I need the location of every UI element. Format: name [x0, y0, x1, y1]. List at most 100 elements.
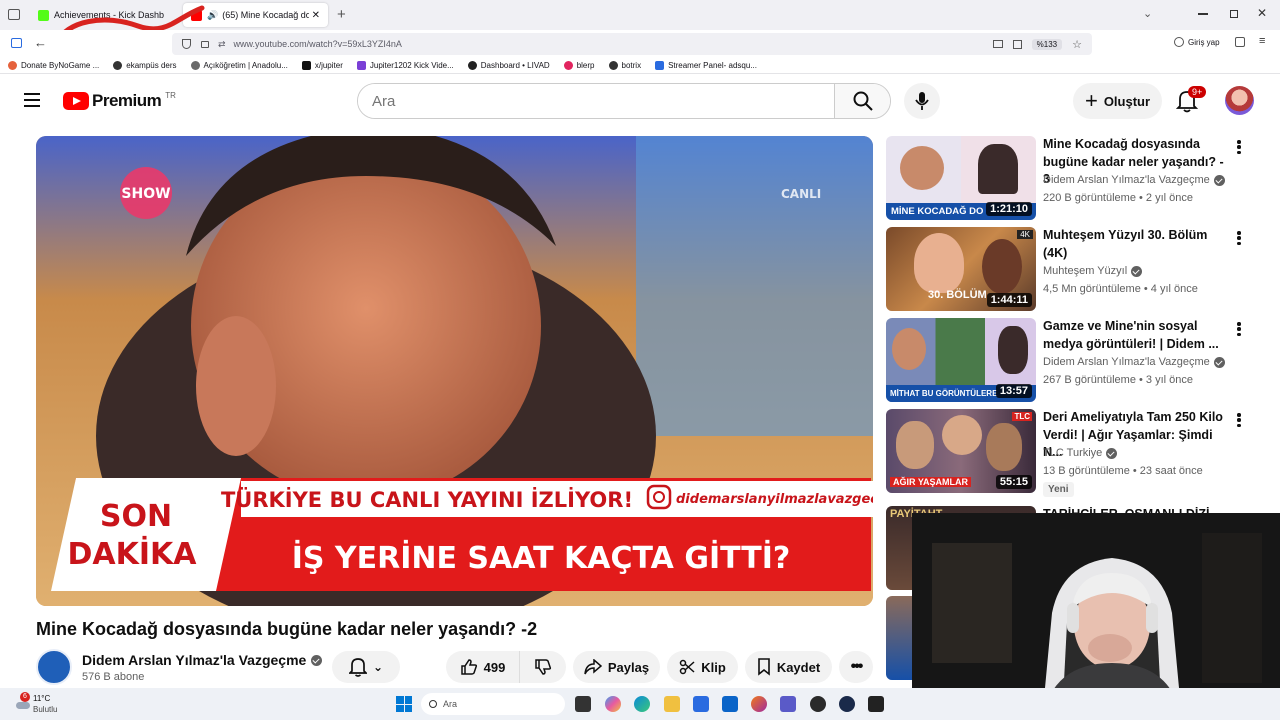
firefox-icon[interactable]	[751, 696, 767, 712]
weather-widget[interactable]: 6 11°C Bulutlu	[10, 692, 80, 716]
lock-icon[interactable]	[201, 40, 209, 48]
more-options-icon[interactable]	[1232, 229, 1246, 247]
bookmark-item[interactable]: blerp	[563, 60, 595, 70]
picture-in-picture-icon[interactable]	[992, 40, 1003, 48]
outlook-icon[interactable]	[722, 696, 738, 712]
dislike-button[interactable]	[520, 651, 566, 683]
zoom-level[interactable]: %133	[1031, 38, 1063, 50]
subscriber-count: 576 B abone	[82, 671, 145, 683]
more-options-icon[interactable]	[1232, 138, 1246, 156]
recommendation-item[interactable]: TLC AĞIR YAŞAMLAR 55:15 Deri Ameliyatıyl…	[886, 409, 1280, 497]
voice-search-button[interactable]	[904, 83, 940, 119]
notifications-button[interactable]: 9+	[1175, 86, 1207, 113]
task-view-icon[interactable]	[575, 696, 591, 712]
speaker-icon[interactable]: 🔊	[207, 10, 218, 21]
thumbnail[interactable]: 4K 30. BÖLÜM 1:44:11	[886, 227, 1036, 311]
recommendation-channel[interactable]: Muhteşem Yüzyıl	[1043, 265, 1143, 277]
more-options-icon[interactable]	[1232, 411, 1246, 429]
bookmark-favicon-icon	[467, 60, 477, 70]
hamburger-menu-icon[interactable]	[24, 93, 40, 107]
recommendation-title[interactable]: Gamze ve Mine'nin sosyal medya görüntüle…	[1043, 318, 1231, 353]
more-actions-button[interactable]: •••	[839, 651, 873, 683]
save-page-icon[interactable]	[1012, 39, 1022, 49]
thumbnail[interactable]: TLC AĞIR YAŞAMLAR 55:15	[886, 409, 1036, 493]
recommendation-channel[interactable]: Didem Arslan Yılmaz'la Vazgeçme	[1043, 174, 1225, 186]
chevron-down-icon: ⌄	[372, 660, 384, 674]
tlc-logo: TLC	[1012, 412, 1032, 421]
thumbs-down-icon	[535, 659, 552, 675]
recommendation-channel[interactable]: Didem Arslan Yılmaz'la Vazgeçme	[1043, 356, 1225, 368]
save-label: Kaydet	[776, 659, 821, 675]
back-arrow-icon[interactable]: ←	[34, 35, 47, 50]
start-button[interactable]	[396, 696, 412, 712]
bookmark-item[interactable]: Dashboard • LIVAD	[467, 60, 550, 70]
obs-icon[interactable]	[810, 696, 826, 712]
url-bar[interactable]: ⇄ www.youtube.com/watch?v=59xL3YZI4nA %1…	[172, 33, 1092, 55]
extensions-icon[interactable]	[1235, 37, 1245, 47]
more-horizontal-icon: •••	[850, 658, 864, 675]
bookmark-star-icon[interactable]: ☆	[1072, 38, 1082, 51]
bell-icon	[348, 658, 367, 677]
permissions-icon[interactable]: ⇄	[218, 39, 226, 50]
bookmark-item[interactable]: x/jupiter	[301, 60, 343, 70]
teams-icon[interactable]	[780, 696, 796, 712]
recommendation-item[interactable]: MİNE KOCADAĞ DO 1:21:10 Mine Kocadağ dos…	[886, 136, 1280, 220]
bookmark-item[interactable]: ekampüs ders	[113, 60, 177, 70]
search-box[interactable]	[357, 83, 891, 119]
edge-icon[interactable]	[634, 696, 650, 712]
sidebar-toggle-icon[interactable]	[11, 38, 22, 48]
tab-youtube-video[interactable]: 🔊 (65) Mine Kocadağ dosyası ✕	[183, 3, 328, 27]
share-icon	[584, 659, 602, 675]
recommendation-title[interactable]: Muhteşem Yüzyıl 30. Bölüm (4K)	[1043, 227, 1231, 262]
tab-kick-achievements[interactable]: Achievements - Kick Dashb	[30, 3, 180, 27]
tracking-shield-icon[interactable]	[182, 39, 191, 49]
close-window-button[interactable]: ✕	[1257, 6, 1267, 20]
bookmark-item[interactable]: Streamer Panel- adsqu...	[655, 60, 757, 70]
recommendation-thumbnail-partial[interactable]	[886, 596, 912, 680]
menu-icon[interactable]: ≡	[1259, 35, 1265, 47]
search-icon	[853, 91, 873, 111]
bookmark-item[interactable]: Donate ByNoGame ...	[8, 60, 99, 70]
tab-close-icon[interactable]: ✕	[312, 10, 320, 21]
youtube-premium-logo[interactable]: Premium TR	[63, 91, 176, 111]
store-icon[interactable]	[693, 696, 709, 712]
thumbnail[interactable]: MİTHAT BU GÖRÜNTÜLERE 13:57	[886, 318, 1036, 402]
more-options-icon[interactable]	[1232, 320, 1246, 338]
recommendation-item[interactable]: MİTHAT BU GÖRÜNTÜLERE 13:57 Gamze ve Min…	[886, 318, 1280, 402]
url-text[interactable]: www.youtube.com/watch?v=59xL3YZI4nA	[234, 39, 402, 49]
bookmark-item[interactable]: botrix	[608, 60, 641, 70]
taskbar-search[interactable]: Ara	[421, 693, 565, 715]
copilot-icon[interactable]	[605, 696, 621, 712]
weather-desc: Bulutlu	[33, 705, 58, 714]
account-button[interactable]: Giriş yap	[1174, 37, 1220, 47]
tab-list-icon[interactable]	[8, 9, 20, 20]
clip-button[interactable]: Klip	[667, 651, 738, 683]
thumbnail[interactable]: MİNE KOCADAĞ DO 1:21:10	[886, 136, 1036, 220]
bookmark-item[interactable]: Jupiter1202 Kick Vide...	[356, 60, 454, 70]
avatar[interactable]	[1225, 86, 1254, 115]
thumbs-up-icon	[460, 659, 477, 675]
epic-games-icon[interactable]	[868, 696, 884, 712]
bookmark-item[interactable]: Açıköğretim | Anadolu...	[190, 60, 288, 70]
steam-icon[interactable]	[839, 696, 855, 712]
video-player[interactable]: SHOW CANLI SON DAKİKA TÜRKİYE BU CANLI Y…	[36, 136, 873, 606]
subscription-bell-button[interactable]: ⌄	[332, 651, 400, 683]
recommendation-item[interactable]: 4K 30. BÖLÜM 1:44:11 Muhteşem Yüzyıl 30.…	[886, 227, 1280, 311]
thumbnail-text: MİNE KOCADAĞ DO	[891, 206, 984, 217]
create-button[interactable]: + Oluştur	[1073, 83, 1162, 119]
channel-avatar[interactable]	[36, 649, 72, 685]
save-button[interactable]: Kaydet	[745, 651, 832, 683]
search-input[interactable]	[358, 84, 834, 118]
like-button[interactable]: 499	[446, 651, 520, 683]
search-button[interactable]	[834, 84, 890, 118]
share-button[interactable]: Paylaş	[573, 651, 660, 683]
tab-overflow-chevron-icon[interactable]: ⌄	[1143, 7, 1152, 20]
channel-name[interactable]: Didem Arslan Yılmaz'la Vazgeçme	[82, 652, 323, 668]
scissors-icon	[679, 659, 695, 675]
minimize-button[interactable]	[1198, 13, 1208, 15]
new-tab-button[interactable]: +	[337, 6, 346, 23]
restore-button[interactable]	[1230, 10, 1238, 18]
recommendation-channel[interactable]: TLC Turkiye	[1043, 447, 1118, 459]
file-explorer-icon[interactable]	[664, 696, 680, 712]
youtube-play-icon	[63, 92, 89, 110]
